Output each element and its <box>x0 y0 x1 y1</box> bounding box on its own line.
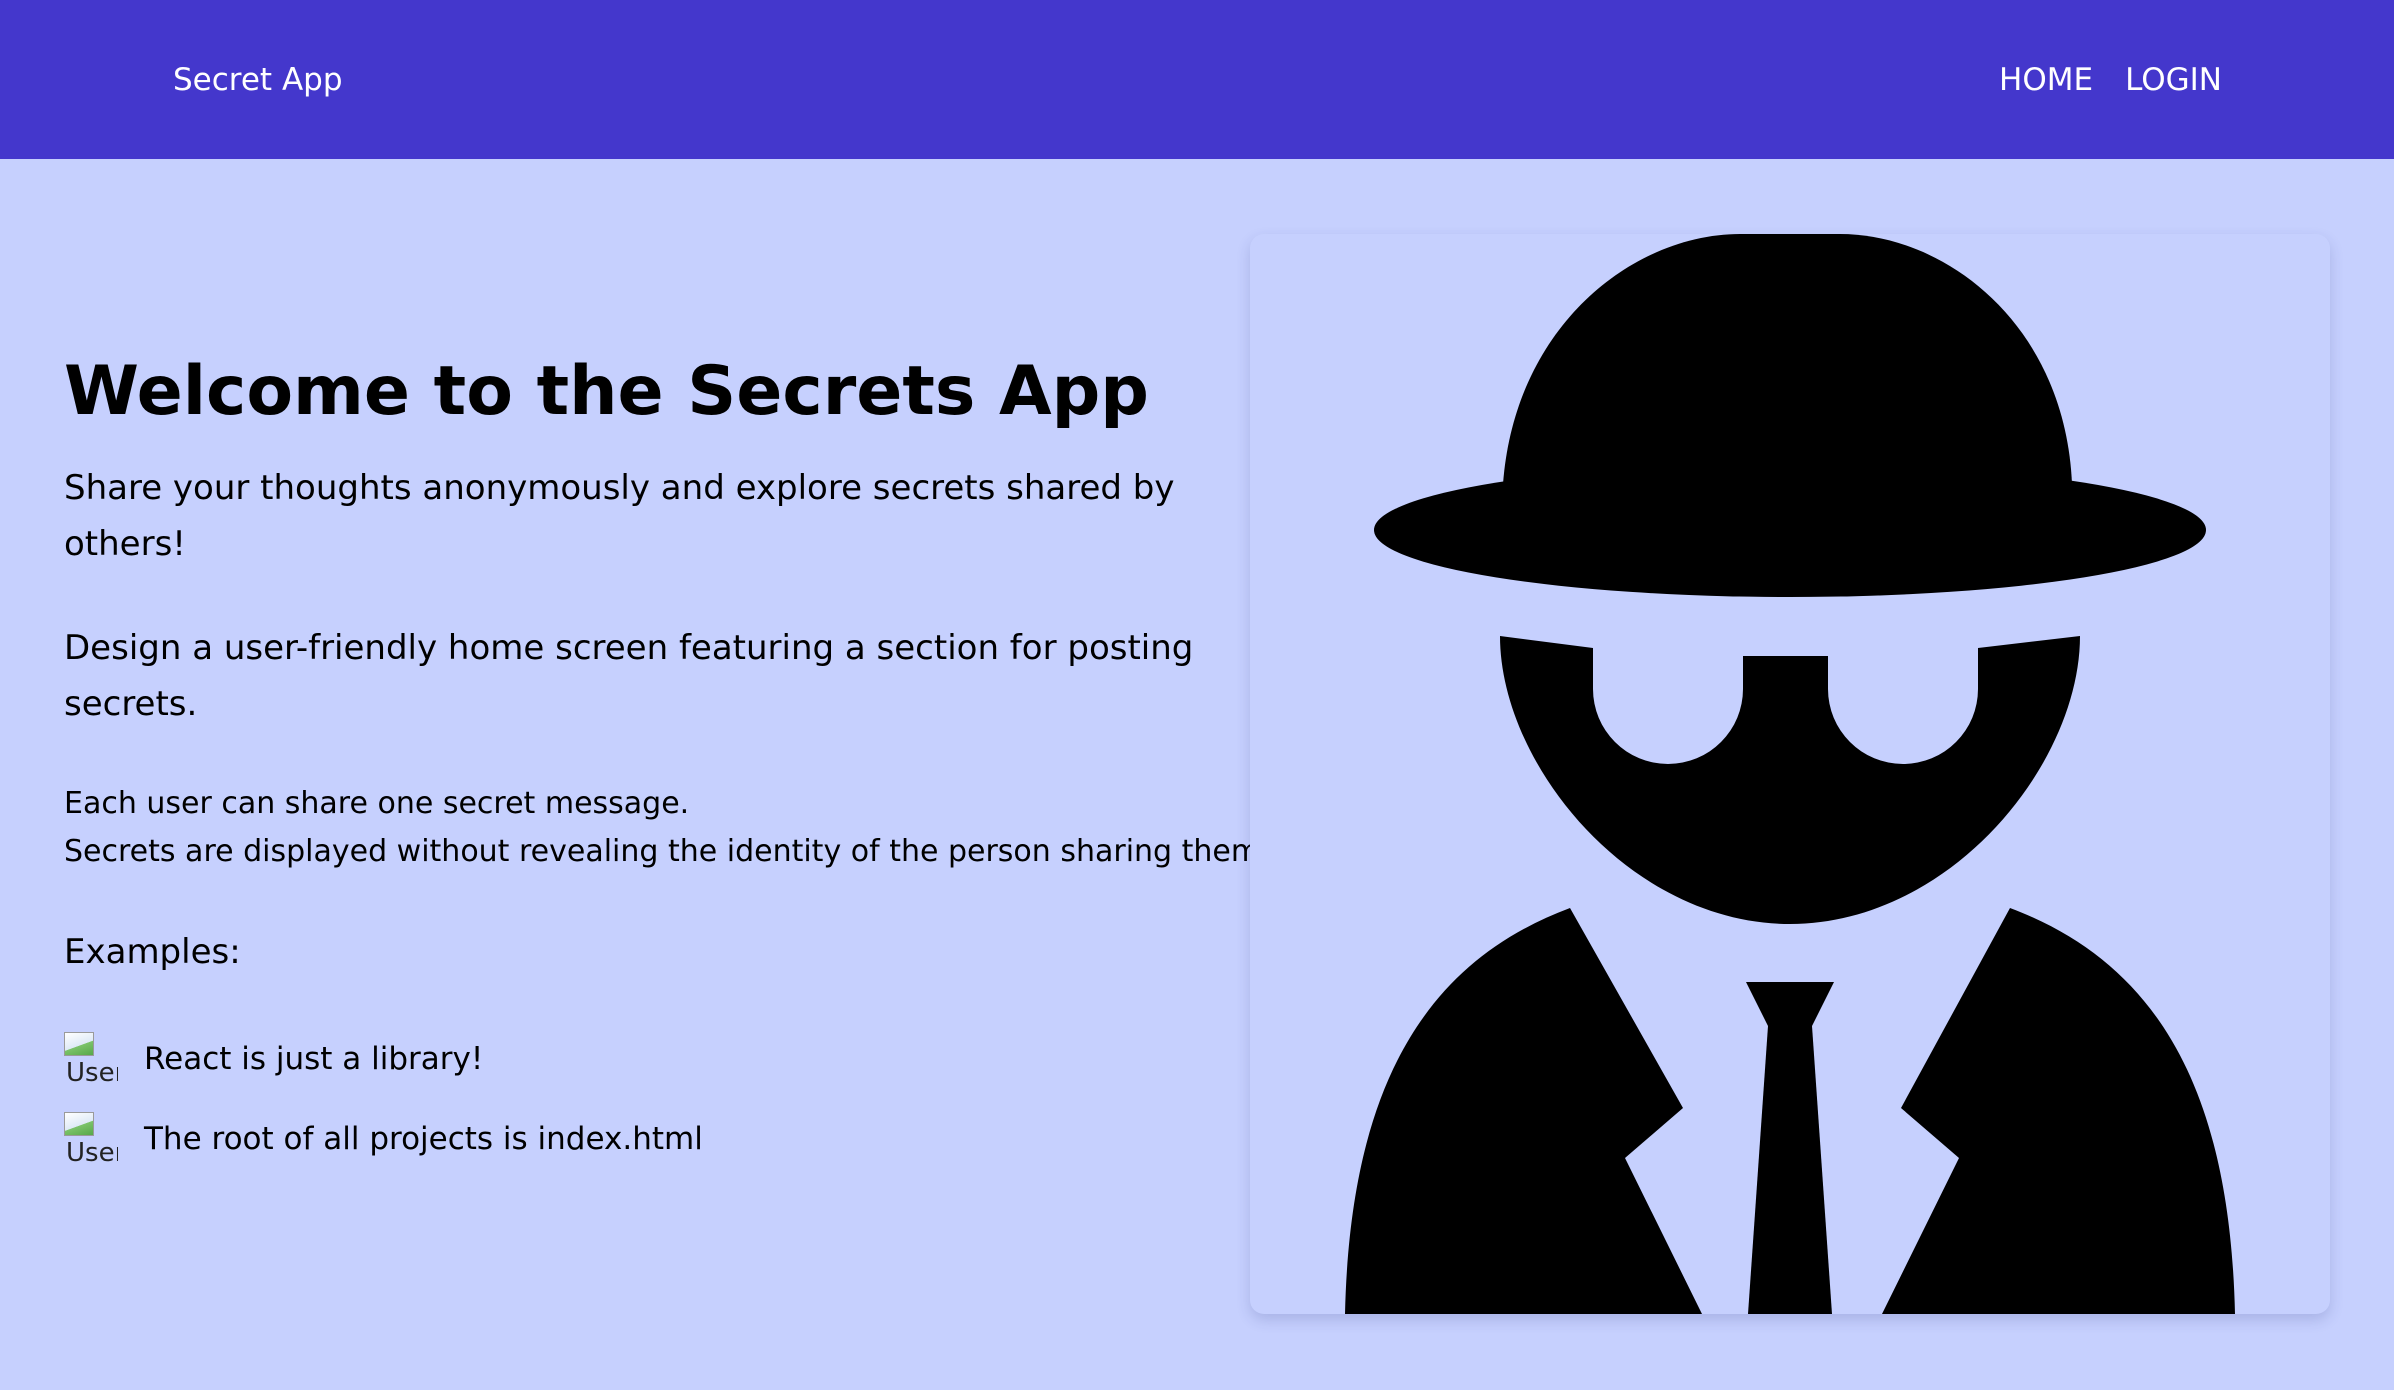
broken-image-icon <box>64 1112 94 1136</box>
spy-illustration-card <box>1250 234 2330 1314</box>
nav-login-link[interactable]: LOGIN <box>2125 58 2222 102</box>
user-avatar-image: User <box>64 1110 118 1168</box>
design-text: Design a user-friendly home screen featu… <box>64 628 1194 724</box>
jacket-left-icon <box>1345 908 1702 1314</box>
nav-home-link[interactable]: HOME <box>1999 58 2093 102</box>
rule-one: Each user can share one secret message. <box>64 786 690 821</box>
jacket-right-icon <box>1882 908 2235 1314</box>
example-text: React is just a library! <box>144 1041 484 1077</box>
user-avatar-image: User <box>64 1030 118 1088</box>
tie-knot-icon <box>1746 982 1834 1026</box>
page-title: Welcome to the Secrets App <box>64 352 1149 431</box>
tie-icon <box>1748 1026 1832 1314</box>
spy-icon <box>1345 234 2235 1314</box>
intro-text: Share your thoughts anonymously and expl… <box>64 468 1175 564</box>
hat-crown-icon <box>1503 234 2072 484</box>
broken-image-icon <box>64 1032 94 1056</box>
example-item: User The root of all projects is index.h… <box>64 1110 703 1168</box>
brand-link[interactable]: Secret App <box>173 58 343 102</box>
example-item: User React is just a library! <box>64 1030 483 1088</box>
avatar-alt-text: User <box>66 1058 118 1088</box>
face-glasses-icon <box>1500 636 2080 924</box>
rule-two: Secrets are displayed without revealing … <box>64 834 1270 869</box>
example-text: The root of all projects is index.html <box>144 1121 703 1157</box>
hat-brim-icon <box>1374 463 2206 597</box>
navbar: Secret App HOME LOGIN <box>0 0 2394 159</box>
rules-text: Each user can share one secret message. … <box>64 780 1270 876</box>
examples-label: Examples: <box>64 932 241 972</box>
avatar-alt-text: User <box>66 1138 118 1168</box>
nav-links: HOME LOGIN <box>1999 58 2222 102</box>
